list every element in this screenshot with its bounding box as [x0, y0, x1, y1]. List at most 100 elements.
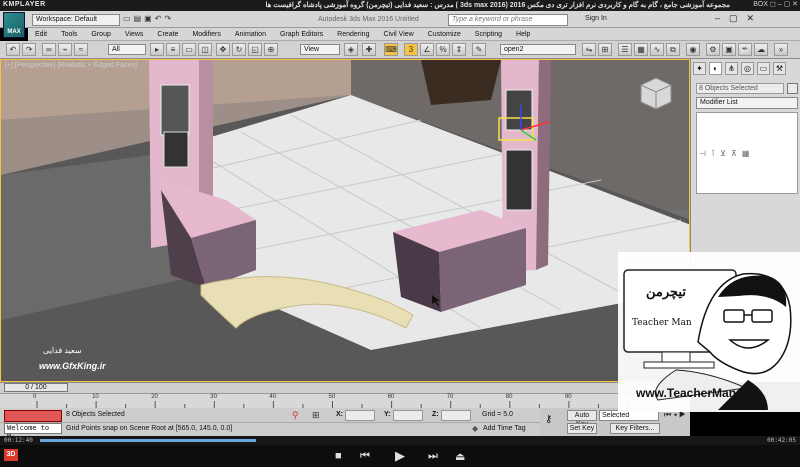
y-field[interactable] [393, 410, 423, 421]
window-crossing-icon[interactable]: ◫ [198, 43, 212, 56]
menu-graph-editors[interactable]: Graph Editors [273, 31, 330, 38]
save-icon[interactable]: ▣ [144, 14, 155, 23]
key-mode-icon[interactable]: ⚷ [545, 414, 552, 425]
toolbar-overflow-icon[interactable]: » [774, 43, 788, 56]
menu-tools[interactable]: Tools [54, 31, 84, 38]
render-production-icon[interactable]: ☕ [738, 43, 752, 56]
move-icon[interactable]: ✥ [216, 43, 230, 56]
schematic-icon[interactable]: ⧉ [666, 43, 680, 56]
align-icon[interactable]: ⊞ [598, 43, 612, 56]
motion-tab-icon[interactable]: ◎ [741, 62, 754, 75]
link-icon[interactable]: ∞ [42, 43, 56, 56]
modify-tab-icon[interactable]: ◐ [709, 62, 722, 75]
player-prev-icon[interactable]: ⏮ [360, 450, 370, 463]
select-by-name-icon[interactable]: ≡ [166, 43, 180, 56]
menu-scripting[interactable]: Scripting [468, 31, 509, 38]
add-time-tag-button[interactable]: Add Time Tag [483, 425, 526, 432]
graphite-ribbon-icon[interactable]: ▦ [634, 43, 648, 56]
angle-snap-icon[interactable]: ∠ [420, 43, 434, 56]
player-eject-icon[interactable]: ⏏ [455, 450, 465, 463]
object-color-swatch[interactable] [787, 83, 798, 94]
player-3d-button[interactable]: 3D [4, 449, 18, 461]
search-input[interactable]: Type a keyword or phrase [448, 14, 568, 26]
maxscript-mini-listener-red[interactable] [4, 410, 62, 422]
time-slider-track[interactable] [0, 382, 690, 393]
minimize-icon[interactable]: – [715, 13, 729, 23]
configure-sets-icon[interactable]: ▦ [742, 149, 755, 158]
make-unique-icon[interactable]: ⊻ [720, 149, 731, 158]
redo-icon[interactable]: ↷ [164, 14, 174, 23]
select-manipulate-icon[interactable]: ✚ [362, 43, 376, 56]
menu-help[interactable]: Help [509, 31, 537, 38]
timeline[interactable] [0, 393, 690, 409]
menu-edit[interactable]: Edit [28, 31, 54, 38]
close-icon[interactable]: ✕ [747, 13, 764, 23]
menu-customize[interactable]: Customize [421, 31, 468, 38]
menu-group[interactable]: Group [84, 31, 117, 38]
lock-selection-icon[interactable]: ⚲ [292, 410, 299, 421]
z-field[interactable] [441, 410, 471, 421]
player-next-icon[interactable]: ⏭ [428, 450, 438, 463]
app-logo-button[interactable]: MAX [3, 12, 25, 38]
bind-spacewarp-icon[interactable]: ≈ [74, 43, 88, 56]
player-stop-icon[interactable]: ■ [335, 450, 342, 462]
player-play-icon[interactable]: ▶ [395, 448, 405, 464]
mirror-icon[interactable]: ⇋ [582, 43, 596, 56]
modifier-list-dropdown[interactable]: Modifier List [696, 97, 798, 109]
signin-link[interactable]: Sign In [585, 15, 607, 22]
maximize-icon[interactable]: ▢ [729, 13, 747, 23]
remove-modifier-icon[interactable]: ⊼ [731, 149, 742, 158]
layer-explorer-icon[interactable]: ☰ [618, 43, 632, 56]
create-tab-icon[interactable]: ✦ [693, 62, 706, 75]
maxscript-listener-input[interactable]: Welcome to M: [4, 423, 62, 441]
material-editor-icon[interactable]: ◉ [686, 43, 700, 56]
rotate-icon[interactable]: ↻ [232, 43, 246, 56]
pin-stack-icon[interactable]: ⊣ [699, 149, 711, 158]
selection-filter-dropdown[interactable]: All [108, 44, 146, 55]
keyboard-shortcut-icon[interactable]: ⌨ [384, 43, 398, 56]
workspace-dropdown[interactable]: Workspace: Default [32, 14, 120, 26]
place-icon[interactable]: ⊕ [264, 43, 278, 56]
select-object-icon[interactable]: ▸ [150, 43, 164, 56]
hierarchy-tab-icon[interactable]: ⋔ [725, 62, 738, 75]
player-window-controls[interactable]: BOX ◻ – ▢ ✕ [753, 0, 798, 8]
redo-icon[interactable]: ↷ [22, 43, 36, 56]
menu-create[interactable]: Create [150, 31, 185, 38]
rendered-frame-icon[interactable]: ▣ [722, 43, 736, 56]
pivot-icon[interactable]: ◈ [344, 43, 358, 56]
ref-coord-dropdown[interactable]: View [300, 44, 340, 55]
menu-modifiers[interactable]: Modifiers [185, 31, 227, 38]
viewport-label[interactable]: [+] [Perspective] [Realistic + Edged Fac… [5, 62, 137, 69]
max-window-controls[interactable]: –▢✕ [715, 13, 763, 24]
utilities-tab-icon[interactable]: ⚒ [773, 62, 786, 75]
menu-rendering[interactable]: Rendering [330, 31, 376, 38]
named-selection-dropdown[interactable]: open2 [500, 44, 576, 55]
key-filters-button[interactable]: Key Filters... [610, 423, 660, 434]
new-file-icon[interactable]: ▭ [123, 14, 134, 23]
time-slider-thumb[interactable]: 0 / 100 [4, 383, 68, 392]
perspective-viewport[interactable]: [+] [Perspective] [Realistic + Edged Fac… [0, 59, 690, 382]
menu-civil-view[interactable]: Civil View [376, 31, 420, 38]
show-end-result-icon[interactable]: ⊺ [711, 149, 720, 158]
rect-region-icon[interactable]: ▭ [182, 43, 196, 56]
edit-named-sel-icon[interactable]: ✎ [472, 43, 486, 56]
open-file-icon[interactable]: ▤ [134, 14, 145, 23]
time-tag-icon[interactable]: ◆ [472, 424, 478, 433]
quick-access-toolbar[interactable]: ▭▤▣↶↷ [123, 14, 174, 23]
absolute-mode-icon[interactable]: ⊞ [312, 410, 320, 421]
undo-icon[interactable]: ↶ [155, 14, 165, 23]
object-name-field[interactable]: 8 Objects Selected [696, 83, 784, 94]
x-field[interactable] [345, 410, 375, 421]
percent-snap-icon[interactable]: % [436, 43, 450, 56]
stack-tools[interactable]: ⊣⊺⊻⊼▦ [699, 149, 754, 158]
unlink-icon[interactable]: ⌁ [58, 43, 72, 56]
undo-icon[interactable]: ↶ [6, 43, 20, 56]
spinner-snap-icon[interactable]: ⇕ [452, 43, 466, 56]
menu-views[interactable]: Views [118, 31, 151, 38]
curve-editor-icon[interactable]: ∿ [650, 43, 664, 56]
auto-key-button[interactable]: Auto Key [567, 410, 597, 428]
snap-toggle-icon[interactable]: 3 [404, 43, 418, 56]
render-online-icon[interactable]: ☁ [754, 43, 768, 56]
render-setup-icon[interactable]: ⚙ [706, 43, 720, 56]
menu-animation[interactable]: Animation [228, 31, 273, 38]
